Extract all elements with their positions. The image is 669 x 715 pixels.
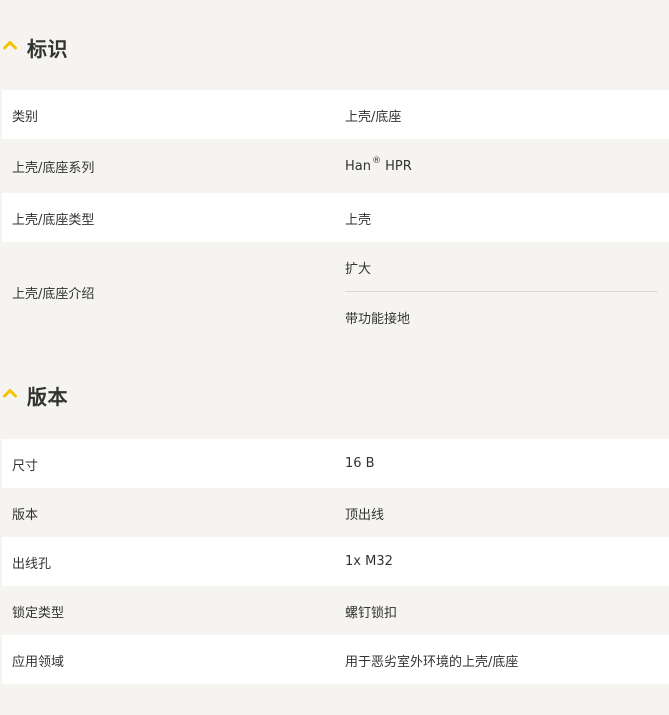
table-row: 尺寸 16 B [2,439,669,488]
row-label: 出线孔 [12,557,52,572]
row-label: 锁定类型 [12,606,65,621]
row-label: 尺寸 [12,459,39,474]
table-row: 出线孔 1x M32 [2,537,669,586]
table-row: 应用领域 用于恶劣室外环境的上壳/底座 [2,635,669,684]
chevron-up-icon[interactable] [3,40,17,54]
table-row: 上壳/底座类型 上壳 [2,193,669,242]
row-value: 1x M32 [345,554,393,569]
row-label: 上壳/底座系列 [12,161,95,176]
table-row: 上壳/底座系列 Han® HPR [2,139,669,193]
table-row: 版本 顶出线 [2,488,669,537]
section-header-identification[interactable]: 标识 [0,25,669,69]
row-label: 上壳/底座类型 [12,213,95,228]
section-title: 版本 [27,384,68,409]
row-value: 顶出线 [345,508,385,523]
registered-mark: ® [371,156,381,166]
row-label: 版本 [12,508,39,523]
table-row: 锁定类型 螺钉锁扣 [2,586,669,635]
table-row: 类别 上壳/底座 [2,90,669,139]
row-value: 螺钉锁扣 [345,606,398,621]
chevron-up-icon[interactable] [3,388,17,402]
row-label: 上壳/底座介绍 [12,287,95,302]
series-suffix: HPR [380,159,412,174]
row-value: 16 B [345,456,375,471]
row-label: 类别 [12,110,39,125]
row-value: 上壳/底座 [345,110,402,125]
row-value: 扩大 [345,262,372,277]
row-label: 应用领域 [12,655,65,670]
row-value: 上壳 [345,213,372,228]
section-header-version[interactable]: 版本 [0,373,669,417]
row-value: 带功能接地 [345,312,411,327]
row-value: Han® HPR [345,156,412,174]
section-title: 标识 [27,36,68,61]
identification-table: 类别 上壳/底座 上壳/底座系列 Han® HPR 上壳/底座类型 上壳 上壳/… [2,90,669,341]
table-row: 上壳/底座介绍 扩大 带功能接地 [2,242,669,341]
value-divider [345,291,658,292]
row-value: 用于恶劣室外环境的上壳/底座 [345,655,519,670]
version-table: 尺寸 16 B 版本 顶出线 出线孔 1x M32 锁定类型 螺钉锁扣 应用领域… [2,439,669,684]
series-name: Han [345,159,371,174]
